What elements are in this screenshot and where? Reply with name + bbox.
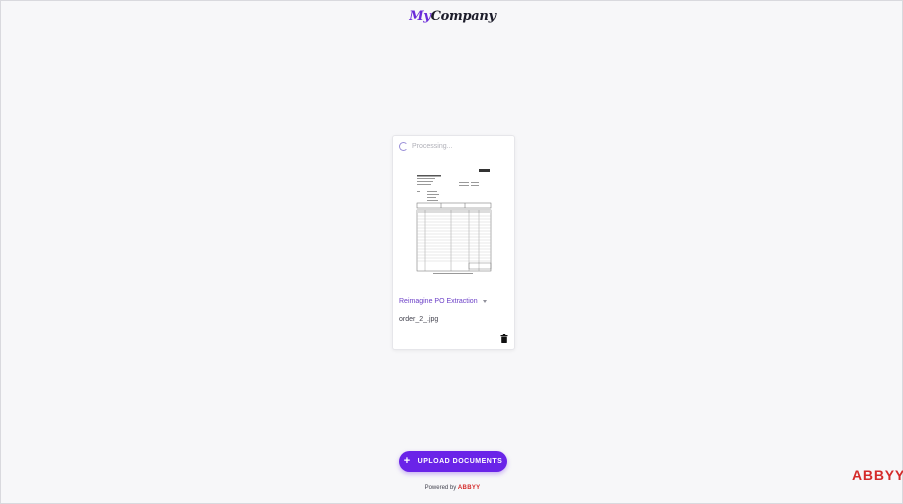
plus-icon: + (403, 455, 411, 467)
trash-icon[interactable] (500, 334, 508, 343)
document-card[interactable]: Processing... Reimagine PO Extraction or… (392, 135, 515, 350)
app-frame: MyCompany Processing... Reimagine PO Ext… (0, 0, 903, 504)
abbyy-brand: ABBYY (457, 485, 481, 491)
chevron-down-icon (482, 300, 487, 303)
file-name: order_2_.jpg (399, 316, 439, 323)
powered-by-footer: Powered by ABBYY (1, 485, 903, 491)
document-thumbnail[interactable] (413, 163, 495, 278)
spinner-icon (399, 142, 408, 151)
upload-documents-button[interactable]: + UPLOAD DOCUMENTS (399, 451, 507, 472)
abbyy-watermark: ABBYY (852, 467, 903, 483)
processing-status: Processing... (399, 142, 452, 151)
status-label: Processing... (412, 143, 453, 150)
company-logo: MyCompany (409, 9, 496, 24)
document-type-select[interactable]: Reimagine PO Extraction (399, 298, 487, 305)
document-type-label: Reimagine PO Extraction (399, 298, 478, 305)
powered-by-label: Powered by (424, 485, 457, 491)
upload-button-label: UPLOAD DOCUMENTS (417, 458, 503, 465)
